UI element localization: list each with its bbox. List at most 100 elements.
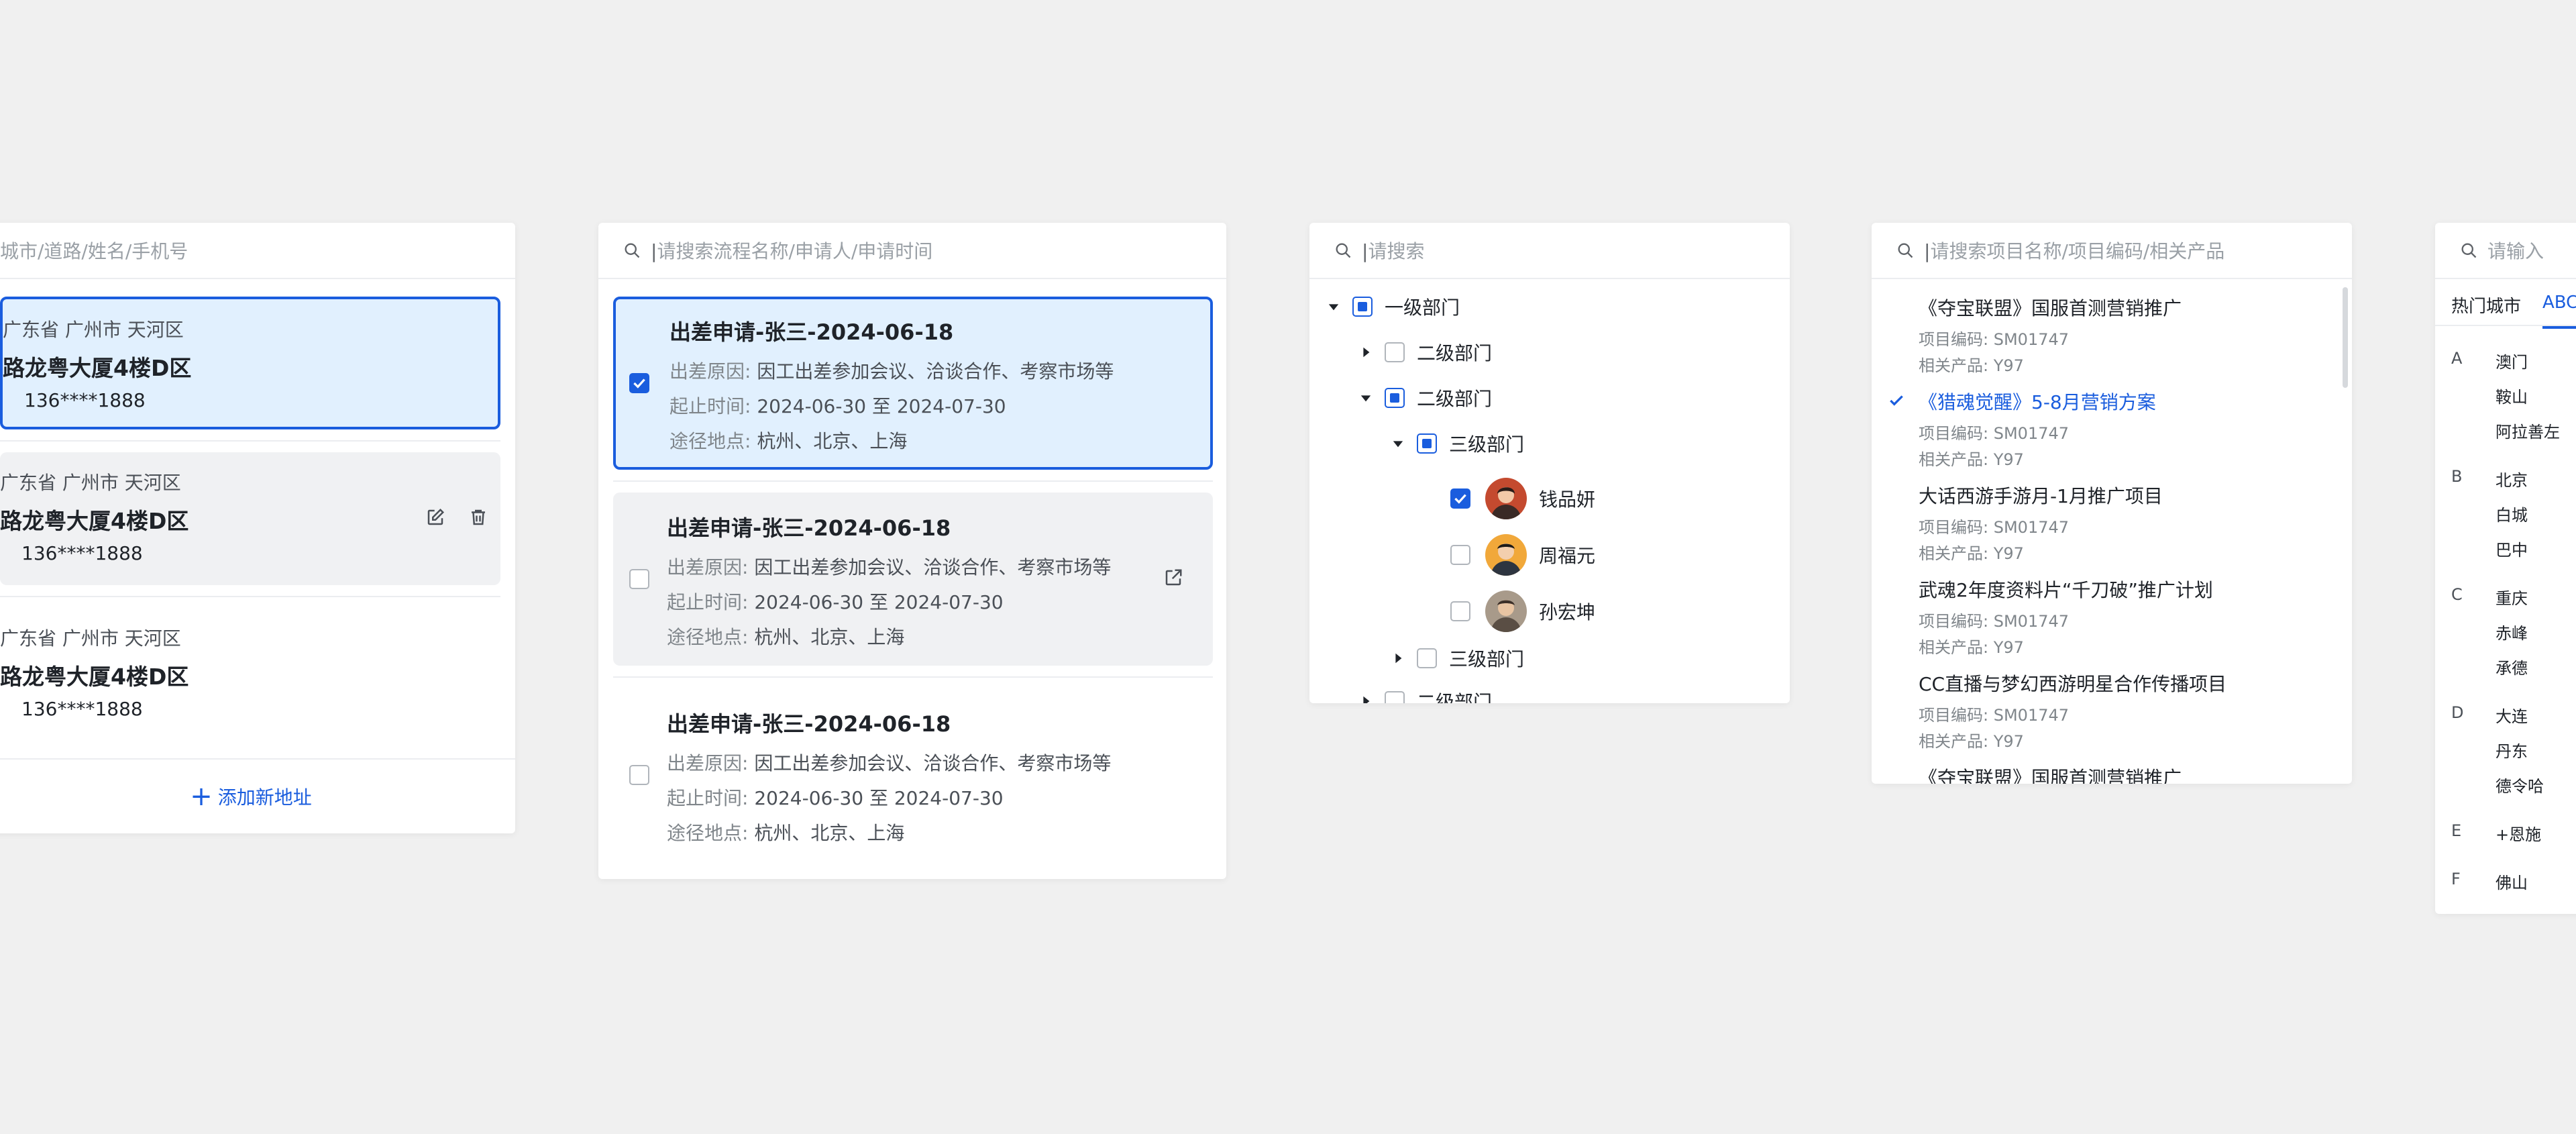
request-time: 起止时间: 2024-06-30 至 2024-07-30 xyxy=(669,395,1006,417)
tree-node-level3[interactable]: 三级部门 xyxy=(1387,641,1524,675)
tree-checkbox-indeterminate[interactable] xyxy=(1352,297,1373,317)
plus-icon: + xyxy=(190,781,213,812)
tree-checkbox[interactable] xyxy=(1450,601,1470,621)
tab-hot-cities[interactable]: 热门城市 xyxy=(2451,293,2521,317)
project-search-bar[interactable]: |请搜索项目名称/项目编码/相关产品 xyxy=(1872,223,2352,279)
project-item[interactable]: 武魂2年度资料片“千刀破”推广计划 项目编码: SM01747 相关产品: Y9… xyxy=(1919,576,2213,658)
tree-node-label: 三级部门 xyxy=(1449,648,1525,670)
address-street: 路龙粤大厦4楼D区 xyxy=(3,355,192,381)
project-title: 大话西游手游月-1月推广项目 xyxy=(1919,485,2163,507)
city-item[interactable]: 巴中 xyxy=(2496,537,2528,560)
address-panel: 城市/道路/姓名/手机号 广东省 广州市 天河区 路龙粤大厦4楼D区 136**… xyxy=(0,223,515,833)
city-item[interactable]: 北京 xyxy=(2496,467,2528,491)
delete-icon[interactable] xyxy=(468,507,488,527)
city-item[interactable]: +恩施 xyxy=(2496,821,2541,845)
project-product: 相关产品: Y97 xyxy=(1919,450,2024,469)
tree-node-level1[interactable]: 一级部门 xyxy=(1323,290,1460,323)
request-title: 出差申请-张三-2024-06-18 xyxy=(669,319,954,345)
address-street: 路龙粤大厦4楼D区 xyxy=(0,508,189,534)
caret-down-icon[interactable] xyxy=(1323,296,1344,317)
city-search-input[interactable]: 请输入 xyxy=(2487,237,2544,264)
request-places: 途径地点: 杭州、北京、上海 xyxy=(669,430,908,452)
request-checkbox[interactable] xyxy=(629,569,649,589)
tree-person[interactable]: 周福元 xyxy=(1450,534,1595,576)
request-checkbox[interactable] xyxy=(629,765,649,785)
tree-checkbox[interactable] xyxy=(1417,648,1437,668)
address-phone: 136****1888 xyxy=(24,389,146,411)
add-address-button[interactable]: + 添加新地址 xyxy=(0,760,515,833)
city-item[interactable]: 阿拉善左 xyxy=(2496,419,2560,442)
tree-checkbox-indeterminate[interactable] xyxy=(1385,388,1405,408)
tree-person[interactable]: 孙宏坤 xyxy=(1450,590,1595,632)
request-card-selected[interactable]: 出差申请-张三-2024-06-18 出差原因: 因工出差参加会议、洽谈合作、考… xyxy=(613,297,1213,470)
letter-index: A xyxy=(2451,349,2463,368)
request-checkbox-checked[interactable] xyxy=(629,373,649,393)
project-item-selected[interactable]: 《猎魂觉醒》5-8月营销方案 项目编码: SM01747 相关产品: Y97 xyxy=(1919,388,2156,470)
city-item[interactable]: 承德 xyxy=(2496,655,2528,678)
address-card-selected[interactable]: 广东省 广州市 天河区 路龙粤大厦4楼D区 136****1888 xyxy=(0,297,500,429)
scrollbar[interactable] xyxy=(2343,287,2348,388)
project-item[interactable]: 大话西游手游月-1月推广项目 项目编码: SM01747 相关产品: Y97 xyxy=(1919,482,2163,564)
project-search-input[interactable]: |请搜索项目名称/项目编码/相关产品 xyxy=(1924,237,2224,264)
request-places: 途径地点: 杭州、北京、上海 xyxy=(667,822,905,844)
project-item[interactable]: CC直播与梦幻西游明星合作传播项目 项目编码: SM01747 相关产品: Y9… xyxy=(1919,670,2226,752)
city-panel: 请输入 热门城市 ABC A 澳门 鞍山 阿拉善左 B 北京 白城 巴中 C 重… xyxy=(2435,223,2576,914)
tree-search-bar[interactable]: |请搜索 xyxy=(1309,223,1790,279)
letter-index: C xyxy=(2451,585,2463,604)
tree-node-level3[interactable]: 三级部门 xyxy=(1387,427,1524,460)
caret-down-icon[interactable] xyxy=(1355,387,1377,409)
edit-icon[interactable] xyxy=(425,507,445,527)
tree-node-level2[interactable]: 二级部门 xyxy=(1355,381,1492,415)
divider xyxy=(613,676,1213,678)
address-search-bar[interactable]: 城市/道路/姓名/手机号 xyxy=(0,223,515,279)
city-item[interactable]: 重庆 xyxy=(2496,585,2528,609)
city-item[interactable]: 赤峰 xyxy=(2496,620,2528,643)
tree-person[interactable]: 钱品妍 xyxy=(1450,478,1595,519)
tree-checkbox[interactable] xyxy=(1385,342,1405,362)
request-card[interactable]: 出差申请-张三-2024-06-18 出差原因: 因工出差参加会议、洽谈合作、考… xyxy=(613,688,1213,862)
tree-node-label: 钱品妍 xyxy=(1539,488,1596,511)
tree-checkbox-indeterminate[interactable] xyxy=(1417,433,1437,454)
city-item[interactable]: 大连 xyxy=(2496,703,2528,727)
city-item[interactable]: 德令哈 xyxy=(2496,773,2544,796)
city-item[interactable]: 澳门 xyxy=(2496,349,2528,372)
caret-right-icon[interactable] xyxy=(1387,648,1409,669)
request-time: 起止时间: 2024-06-30 至 2024-07-30 xyxy=(667,787,1004,809)
request-search-bar[interactable]: |请搜索流程名称/申请人/申请时间 xyxy=(598,223,1226,279)
project-product: 相关产品: Y97 xyxy=(1919,356,2024,375)
tree-node-label: 二级部门 xyxy=(1417,342,1493,364)
tab-abc[interactable]: ABC xyxy=(2542,293,2576,329)
address-phone: 136****1888 xyxy=(21,698,143,720)
address-card[interactable]: 广东省 广州市 天河区 路龙粤大厦4楼D区 136****1888 xyxy=(0,608,500,741)
tree-checkbox[interactable] xyxy=(1385,691,1405,703)
city-item[interactable]: 鞍山 xyxy=(2496,384,2528,407)
city-item[interactable]: 丹东 xyxy=(2496,738,2528,762)
city-item[interactable]: 白城 xyxy=(2496,502,2528,525)
address-region: 广东省 广州市 天河区 xyxy=(0,472,181,494)
project-product: 相关产品: Y97 xyxy=(1919,732,2024,751)
tree-search-input[interactable]: |请搜索 xyxy=(1362,237,1424,264)
avatar xyxy=(1485,478,1527,519)
caret-right-icon[interactable] xyxy=(1355,690,1377,703)
letter-index: F xyxy=(2451,870,2461,888)
tree-checkbox[interactable] xyxy=(1450,545,1470,565)
project-title: 《夺宝联盟》国服首测营销推广 xyxy=(1919,297,2182,319)
tree-node-label: 一级部门 xyxy=(1385,297,1460,319)
request-search-input[interactable]: |请搜索流程名称/申请人/申请时间 xyxy=(651,237,932,264)
project-item[interactable]: 《夺宝联盟》国服首测营销推广 xyxy=(1919,764,2182,784)
search-icon xyxy=(2459,241,2478,260)
city-item[interactable]: 佛山 xyxy=(2496,870,2528,893)
address-search-input[interactable]: 城市/道路/姓名/手机号 xyxy=(0,237,188,264)
caret-down-icon[interactable] xyxy=(1387,433,1409,454)
search-icon xyxy=(1334,241,1352,260)
tree-node-level2[interactable]: 二级部门 xyxy=(1355,684,1492,703)
address-card-hovered[interactable]: 广东省 广州市 天河区 路龙粤大厦4楼D区 136****1888 xyxy=(0,452,500,585)
letter-index: D xyxy=(2451,703,2464,722)
tree-node-level2[interactable]: 二级部门 xyxy=(1355,336,1492,369)
caret-right-icon[interactable] xyxy=(1355,342,1377,363)
open-external-icon[interactable] xyxy=(1163,568,1183,588)
request-card-hovered[interactable]: 出差申请-张三-2024-06-18 出差原因: 因工出差参加会议、洽谈合作、考… xyxy=(613,493,1213,666)
tree-checkbox-checked[interactable] xyxy=(1450,488,1470,509)
city-search-bar[interactable]: 请输入 xyxy=(2435,223,2576,279)
project-item[interactable]: 《夺宝联盟》国服首测营销推广 项目编码: SM01747 相关产品: Y97 xyxy=(1919,294,2182,376)
